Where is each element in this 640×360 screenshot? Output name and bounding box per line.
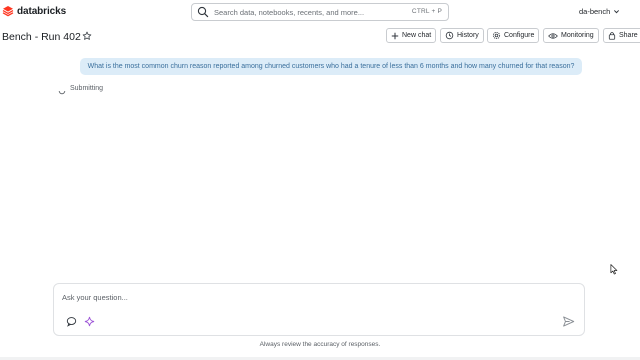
workspace-name: da-bench bbox=[579, 7, 611, 16]
user-message-bubble: What is the most common churn reason rep… bbox=[80, 58, 582, 75]
databricks-logo[interactable]: databricks bbox=[2, 5, 66, 17]
question-input[interactable] bbox=[62, 293, 502, 302]
history-label: History bbox=[457, 32, 479, 39]
eye-icon bbox=[548, 32, 558, 39]
new-chat-button[interactable]: New chat bbox=[386, 28, 437, 43]
monitoring-button[interactable]: Monitoring bbox=[543, 28, 599, 43]
workspace-switcher[interactable]: da-bench bbox=[579, 7, 620, 16]
share-button[interactable]: Share bbox=[603, 28, 640, 43]
global-search[interactable]: CTRL + P bbox=[191, 3, 449, 21]
configure-label: Configure bbox=[504, 32, 535, 39]
databricks-logo-icon bbox=[2, 6, 14, 17]
top-bar: databricks CTRL + P da-bench bbox=[0, 0, 640, 24]
gear-icon bbox=[492, 31, 501, 40]
lock-icon bbox=[608, 32, 616, 40]
brand-name: databricks bbox=[17, 5, 67, 17]
share-label: Share bbox=[619, 32, 638, 39]
assistant-sparkle-button[interactable] bbox=[82, 314, 96, 328]
mouse-cursor-icon bbox=[610, 264, 618, 275]
disclaimer-note: Always review the accuracy of responses. bbox=[259, 341, 381, 348]
sparkle-icon bbox=[84, 316, 94, 326]
new-chat-label: New chat bbox=[402, 32, 432, 39]
status-text: Submitting bbox=[70, 85, 104, 92]
search-input[interactable] bbox=[214, 7, 404, 17]
plus-icon bbox=[391, 32, 399, 39]
loading-spinner-icon bbox=[58, 90, 66, 95]
speech-bubble-icon bbox=[66, 316, 76, 327]
history-button[interactable]: History bbox=[440, 28, 484, 43]
question-composer[interactable] bbox=[53, 283, 585, 336]
star-icon[interactable] bbox=[82, 31, 92, 41]
chevron-down-icon bbox=[614, 10, 620, 14]
monitoring-label: Monitoring bbox=[561, 32, 594, 39]
send-icon[interactable] bbox=[562, 315, 575, 328]
history-icon bbox=[445, 31, 454, 40]
page-title: Bench - Run 402 bbox=[2, 31, 81, 43]
search-shortcut: CTRL + P bbox=[411, 8, 442, 15]
comment-button[interactable] bbox=[64, 314, 78, 328]
search-icon bbox=[197, 6, 209, 18]
configure-button[interactable]: Configure bbox=[487, 28, 540, 43]
